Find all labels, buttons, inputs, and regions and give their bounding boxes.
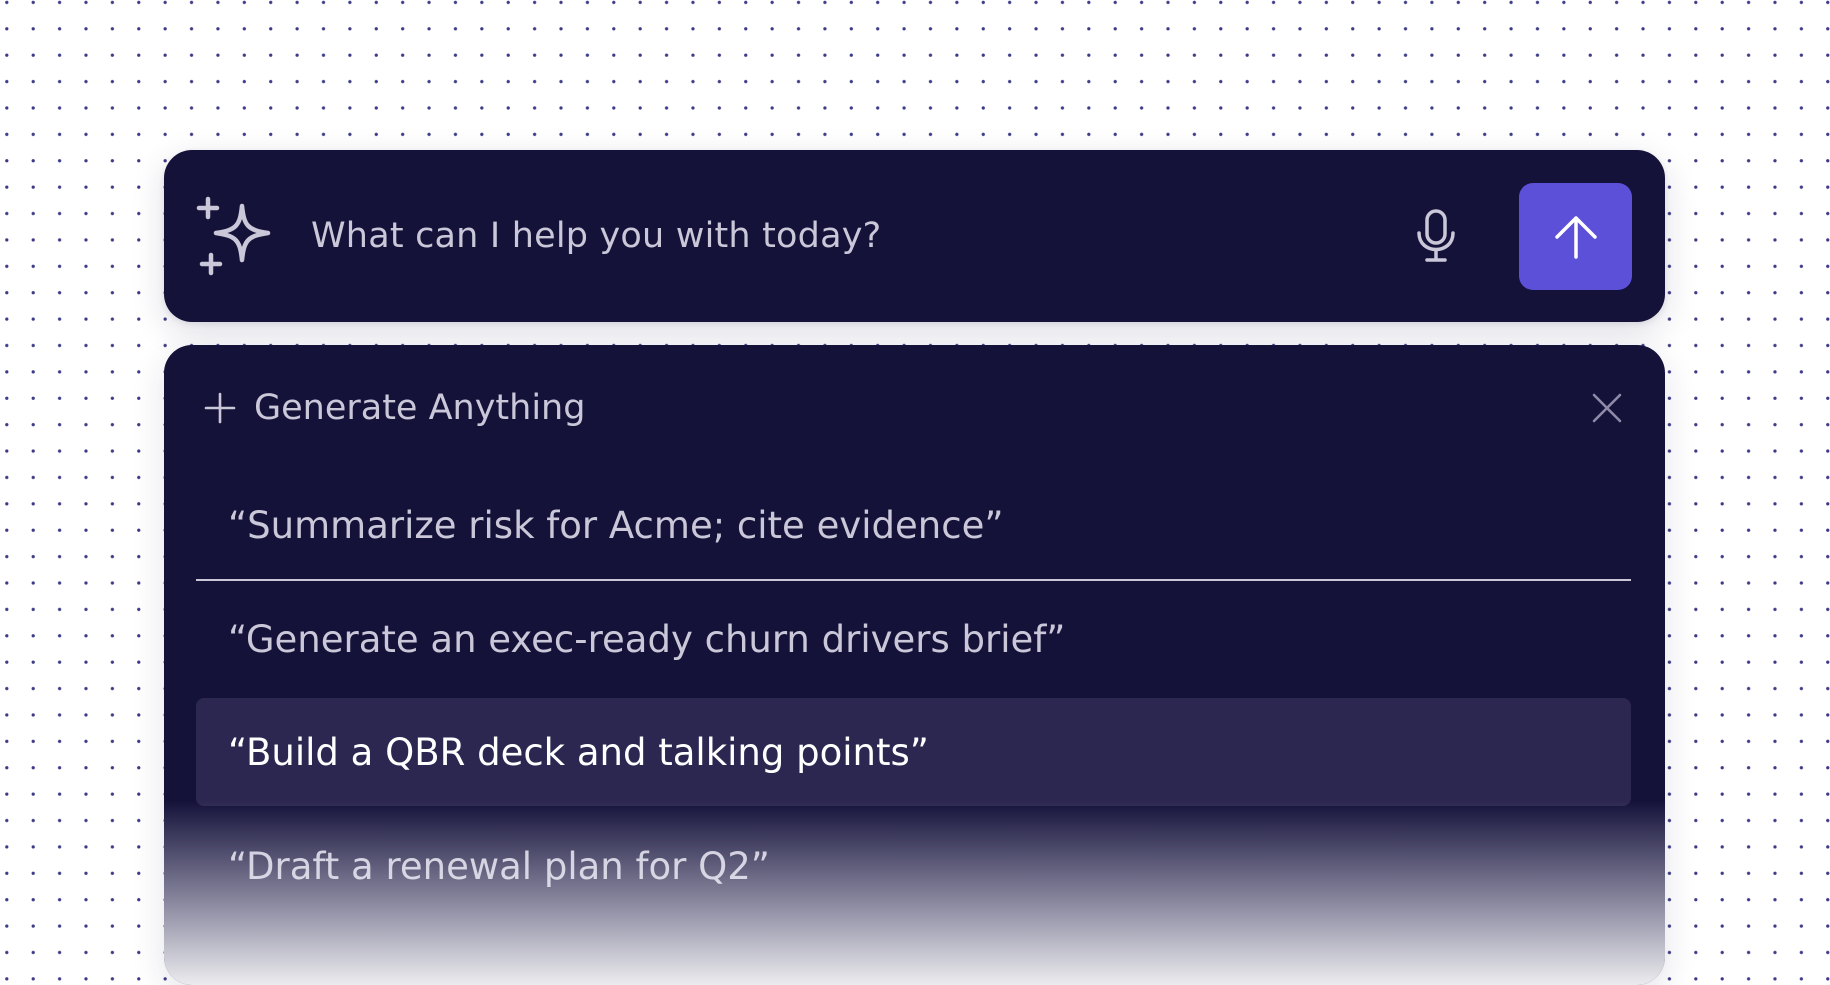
close-icon: [1592, 393, 1622, 423]
microphone-icon: [1417, 209, 1455, 262]
suggestion-text: “Generate an exec-ready churn drivers br…: [228, 617, 1066, 661]
panel-title: Generate Anything: [254, 388, 586, 428]
suggestion-text: “Draft a renewal plan for Q2”: [228, 844, 770, 888]
suggestion-item-highlighted[interactable]: “Build a QBR deck and talking points”: [196, 698, 1631, 806]
suggestion-text: “Build a QBR deck and talking points”: [228, 730, 929, 774]
suggestion-panel: Generate Anything “Summarize risk for Ac…: [164, 345, 1665, 985]
suggestion-item[interactable]: “Summarize risk for Acme; cite evidence”: [196, 471, 1631, 581]
suggestion-text: “Summarize risk for Acme; cite evidence”: [228, 503, 1004, 547]
send-button[interactable]: [1519, 183, 1632, 290]
suggestion-item[interactable]: “Draft a renewal plan for Q2”: [196, 812, 1631, 920]
arrow-up-icon: [1554, 215, 1597, 259]
plus-icon: [204, 392, 236, 424]
close-button[interactable]: [1584, 385, 1630, 431]
prompt-placeholder-text: What can I help you with today?: [311, 216, 882, 256]
microphone-button[interactable]: [1406, 206, 1466, 266]
suggestion-item[interactable]: “Generate an exec-ready churn drivers br…: [196, 585, 1631, 693]
sparkle-icon: [196, 196, 271, 276]
